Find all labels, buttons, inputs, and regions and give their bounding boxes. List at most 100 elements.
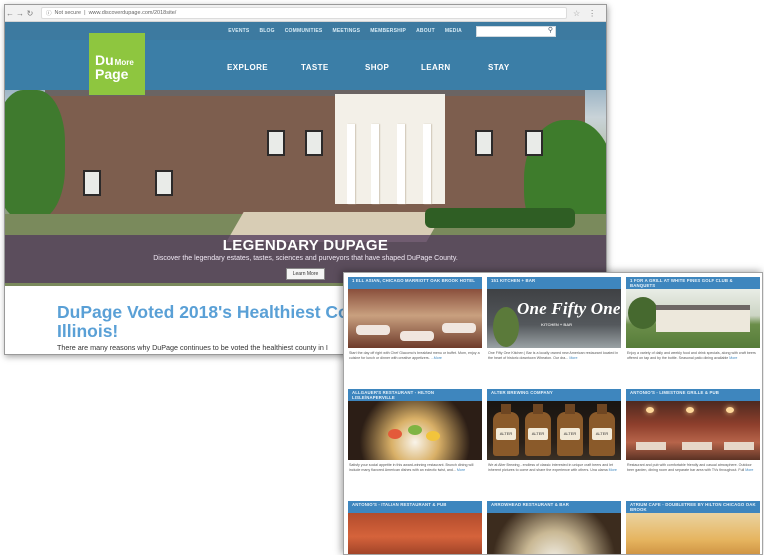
browser-menu-icon[interactable]: ⋮ — [588, 9, 596, 18]
address-bar[interactable]: ⓘ Not secure | www.discoverdupage.com/20… — [41, 7, 567, 19]
nav-shop[interactable]: SHOP — [365, 63, 389, 72]
card-image[interactable] — [348, 401, 482, 460]
card-image[interactable]: ALTER ALTER ALTER ALTER — [487, 401, 621, 460]
more-link[interactable]: More — [745, 468, 753, 472]
browser-toolbar: ← → ↻ ⓘ Not secure | www.discoverdupage.… — [5, 5, 606, 22]
lamp — [686, 407, 694, 413]
top-link-meetings[interactable]: MEETINGS — [332, 28, 360, 34]
bottle-label: ALTER — [528, 428, 548, 440]
card-description: Enjoy a variety of daily and weekly food… — [627, 351, 756, 360]
restaurant-card[interactable]: 151 KITCHEN + BAR One Fifty One KITCHEN … — [487, 277, 621, 377]
restaurant-grid-screenshot: 1 ELL ASIAN, CHICAGO MARRIOTT OAK BROOK … — [343, 272, 763, 555]
card-image[interactable] — [626, 401, 760, 460]
fruit — [408, 425, 422, 435]
card-description: Restaurant and pub with comfortable frie… — [627, 463, 754, 472]
tree — [628, 297, 658, 329]
mansion-portico — [335, 94, 445, 204]
dumore-dupage-logo[interactable]: DuMore Page — [89, 33, 145, 95]
back-arrow-icon[interactable]: ← — [5, 9, 15, 18]
mansion-window — [475, 130, 493, 156]
bookmark-star-icon[interactable]: ☆ — [573, 9, 580, 18]
card-title[interactable]: ARROWHEAD RESTAURANT & BAR — [487, 501, 621, 513]
column — [347, 124, 355, 204]
restaurant-card[interactable]: 1 FOR A GRILL AT WHITE PINES GOLF CLUB &… — [626, 277, 760, 377]
column — [423, 124, 431, 204]
more-link[interactable]: More — [457, 468, 465, 472]
dining-table — [356, 325, 390, 335]
card-image[interactable] — [348, 513, 482, 554]
card-title[interactable]: ANTONIO'S - ITALIAN RESTAURANT & PUB — [348, 501, 482, 513]
restaurant-card[interactable]: ANTONIO'S - LIMESTONE GRILLE & PUB Resta… — [626, 389, 760, 489]
top-link-media[interactable]: MEDIA — [445, 28, 462, 34]
bottle-label: ALTER — [592, 428, 612, 440]
card-image[interactable]: One Fifty One KITCHEN + BAR — [487, 289, 621, 348]
bottle-neck — [501, 404, 511, 414]
url-text: www.discoverdupage.com/2018site/ — [88, 10, 177, 16]
mansion-window — [525, 130, 543, 156]
card-image[interactable] — [626, 289, 760, 348]
column — [371, 124, 379, 204]
more-link[interactable]: ...More — [431, 356, 442, 360]
hero-title: LEGENDARY DUPAGE — [222, 237, 389, 254]
restaurant-card[interactable]: 1 ELL ASIAN, CHICAGO MARRIOTT OAK BROOK … — [348, 277, 482, 377]
growler-bottle: ALTER — [557, 404, 583, 456]
hedge — [425, 208, 575, 228]
card-title[interactable]: 1 ELL ASIAN, CHICAGO MARRIOTT OAK BROOK … — [348, 277, 482, 289]
restaurant-card[interactable]: ATRIUM CAFE - DOUBLETREE BY HILTON CHICA… — [626, 501, 760, 554]
security-label: Not secure — [54, 10, 82, 16]
fruit — [426, 431, 440, 441]
lamp — [726, 407, 734, 413]
top-link-events[interactable]: EVENTS — [228, 28, 249, 34]
restaurant-card[interactable]: ALTER BREWING COMPANY ALTER ALTER ALTER … — [487, 389, 621, 489]
top-link-communities[interactable]: COMMUNITIES — [285, 28, 323, 34]
card-title[interactable]: ANTONIO'S - LIMESTONE GRILLE & PUB — [626, 389, 760, 401]
url-separator: | — [84, 10, 86, 16]
card-description: We at Alter Brewing - endless of classic… — [488, 463, 617, 472]
bottle-neck — [565, 404, 575, 414]
top-link-blog[interactable]: BLOG — [259, 28, 274, 34]
top-link-membership[interactable]: MEMBERSHIP — [370, 28, 406, 34]
storefront-sign: One Fifty One — [517, 299, 621, 318]
mansion-window — [305, 130, 323, 156]
search-icon[interactable]: ⚲ — [548, 26, 553, 34]
column — [397, 124, 405, 204]
site-search-input[interactable]: ⚲ — [476, 25, 556, 37]
growler-bottle: ALTER — [493, 404, 519, 456]
nav-explore[interactable]: EXPLORE — [227, 63, 268, 72]
more-link[interactable]: More — [729, 356, 737, 360]
card-title[interactable]: 151 KITCHEN + BAR — [487, 277, 621, 289]
restaurant-card[interactable]: ALLGAUER'S RESTAURANT - HILTON LISLE/NAP… — [348, 389, 482, 489]
learn-more-button[interactable]: Learn More — [285, 268, 326, 280]
card-description: One Fifty One Kitchen | Bar is a locally… — [488, 351, 619, 360]
bottle-label: ALTER — [496, 428, 516, 440]
more-link[interactable]: More — [609, 468, 617, 472]
lamp — [646, 407, 654, 413]
forward-arrow-icon[interactable]: → — [15, 9, 25, 18]
card-image[interactable] — [487, 513, 621, 554]
card-title[interactable]: ALTER BREWING COMPANY — [487, 389, 621, 401]
more-link[interactable]: More — [569, 356, 577, 360]
card-title[interactable]: ALLGAUER'S RESTAURANT - HILTON LISLE/NAP… — [348, 389, 482, 401]
restaurant-card[interactable]: ARROWHEAD RESTAURANT & BAR — [487, 501, 621, 554]
mansion-window — [267, 130, 285, 156]
card-image[interactable] — [626, 513, 760, 554]
card-image[interactable] — [348, 289, 482, 348]
mansion-window — [83, 170, 101, 196]
mansion-window — [155, 170, 173, 196]
clubhouse — [656, 305, 750, 332]
hero-subtitle: Discover the legendary estates, tastes, … — [153, 255, 458, 262]
info-icon: ⓘ — [46, 11, 52, 17]
nav-taste[interactable]: TASTE — [301, 63, 329, 72]
card-title[interactable]: ATRIUM CAFE - DOUBLETREE BY HILTON CHICA… — [626, 501, 760, 513]
dining-table — [724, 442, 754, 450]
storefront-sign-sub: KITCHEN + BAR — [541, 322, 573, 327]
reload-icon[interactable]: ↻ — [25, 9, 35, 18]
nav-learn[interactable]: LEARN — [421, 63, 451, 72]
restaurant-card[interactable]: ANTONIO'S - ITALIAN RESTAURANT & PUB — [348, 501, 482, 554]
top-link-about[interactable]: ABOUT — [416, 28, 435, 34]
card-title[interactable]: 1 FOR A GRILL AT WHITE PINES GOLF CLUB &… — [626, 277, 760, 289]
dining-table — [636, 442, 666, 450]
card-description: Start the day off right with Chef Giacom… — [349, 351, 480, 360]
dining-table — [442, 323, 476, 333]
nav-stay[interactable]: STAY — [488, 63, 510, 72]
